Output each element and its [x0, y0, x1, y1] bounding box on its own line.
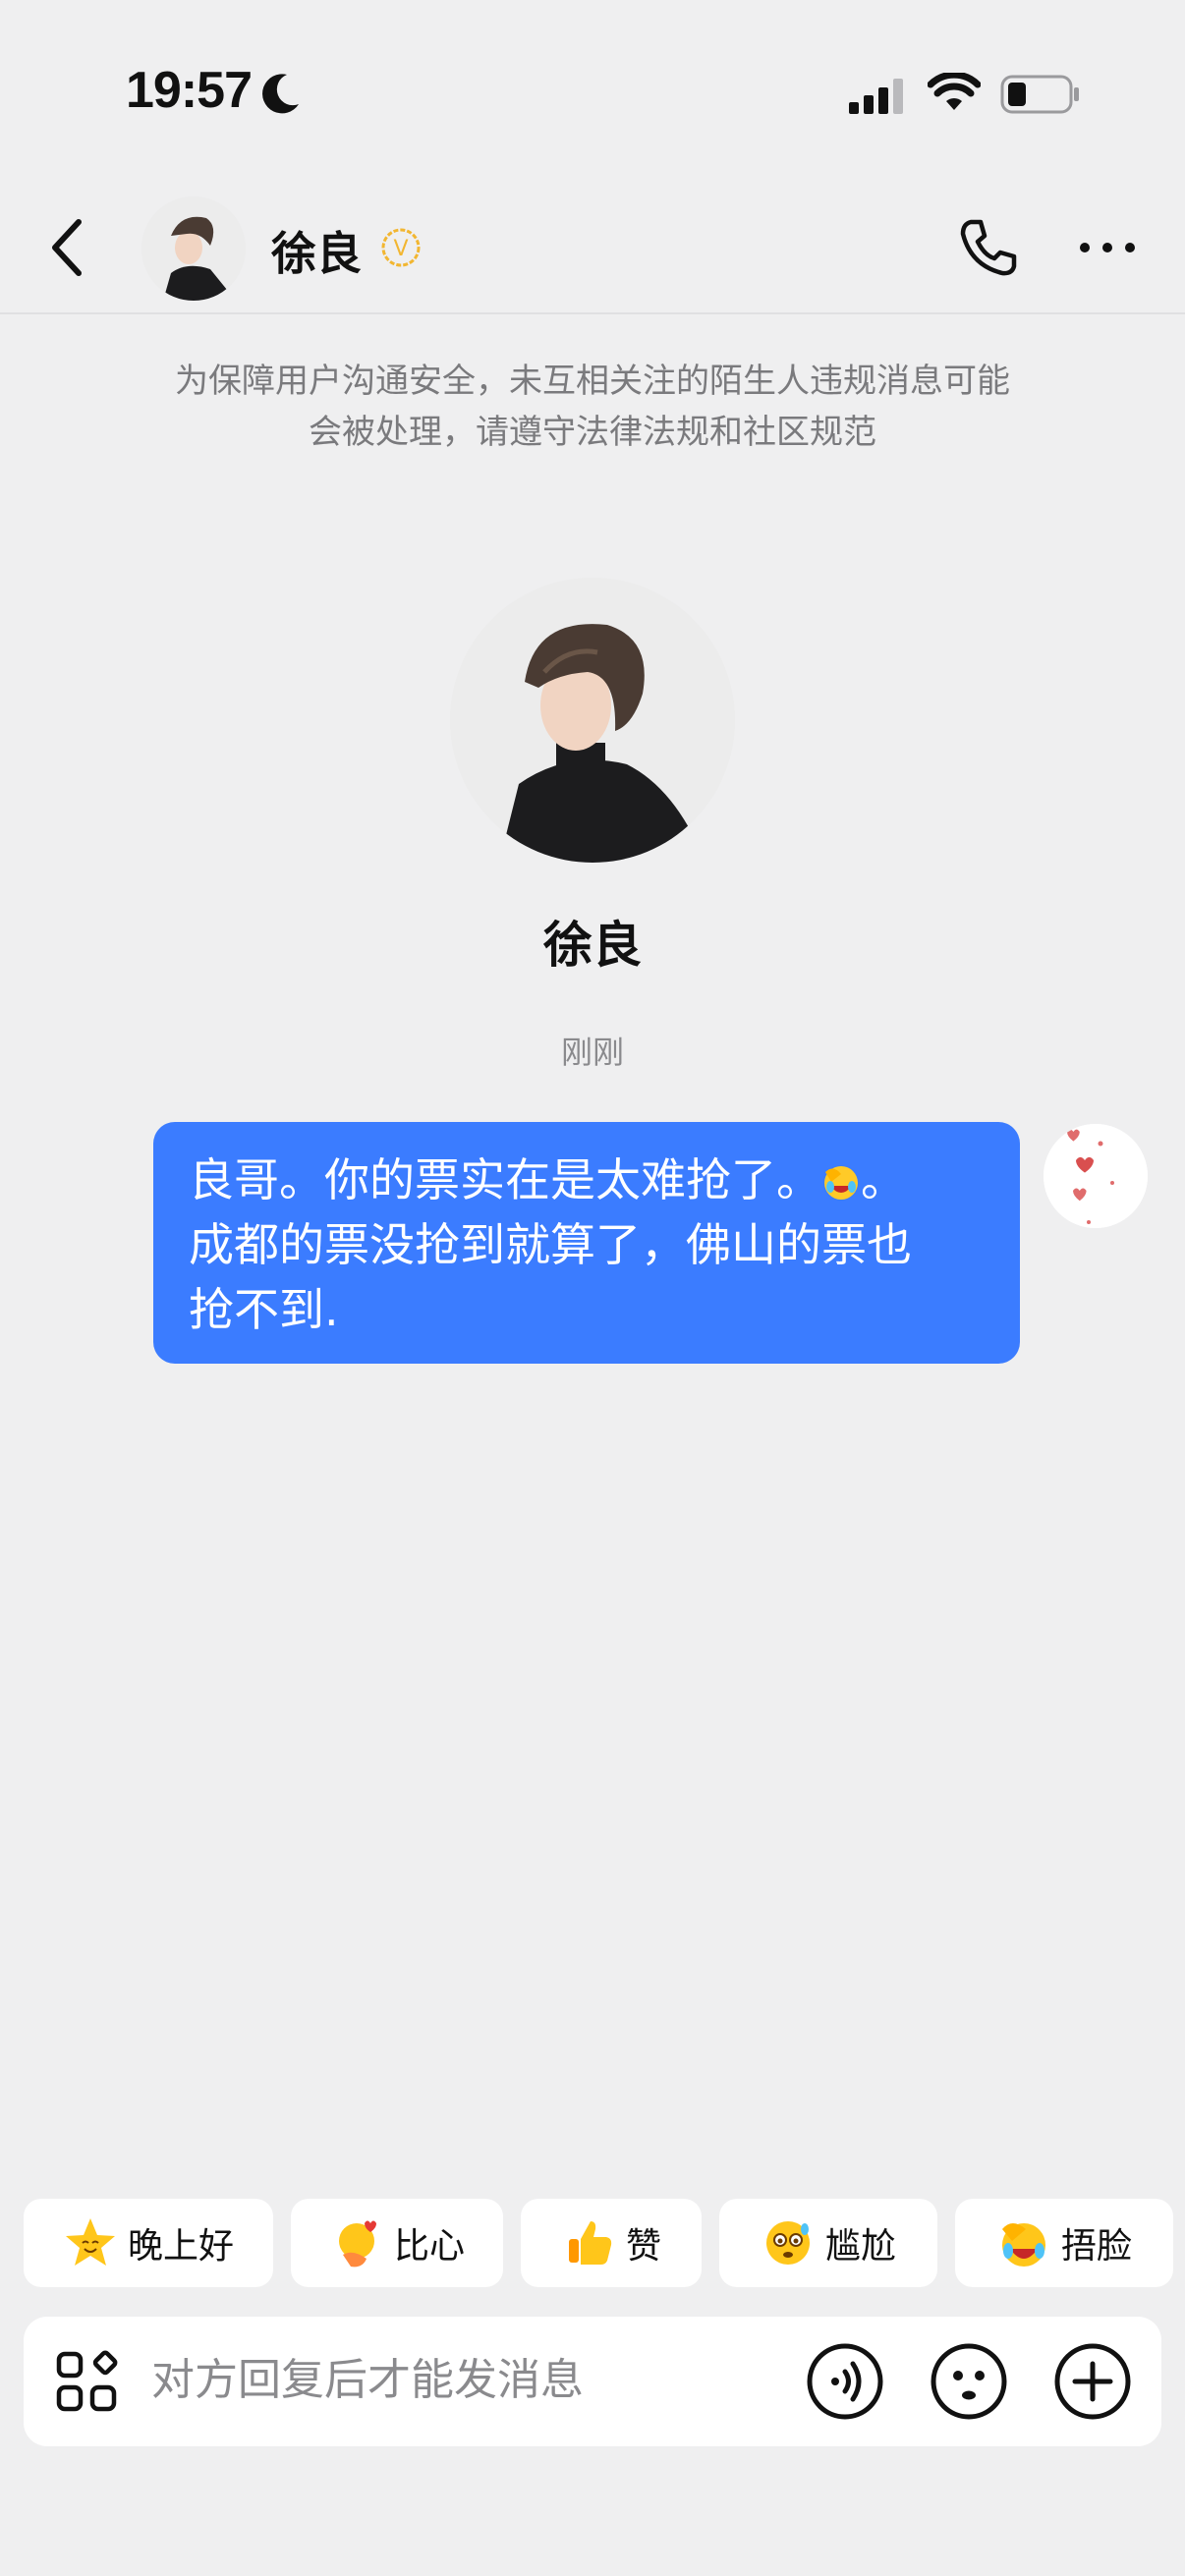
profile-portrait-icon — [450, 578, 735, 863]
moon-icon — [262, 74, 299, 114]
quick-reply-good-evening[interactable]: 晚上好 — [24, 2199, 273, 2287]
voice-input-icon[interactable] — [806, 2342, 884, 2421]
quick-reply-label: 捂脸 — [1060, 2226, 1132, 2267]
contact-name[interactable]: 徐良 — [271, 218, 362, 283]
safety-notice: 为保障用户沟通安全，未互相关注的陌生人违规消息可能 会被处理，请遵守法律法规和社… — [118, 356, 1067, 458]
my-avatar[interactable] — [1044, 1124, 1148, 1228]
hearts-avatar-icon — [1044, 1124, 1148, 1228]
status-time: 19:57 — [126, 62, 253, 119]
apps-grid-icon[interactable] — [53, 2348, 122, 2417]
svg-text:V: V — [393, 237, 408, 261]
battery-icon — [1000, 75, 1079, 114]
quick-reply-facepalm[interactable]: 捂脸 — [955, 2199, 1173, 2287]
facepalm-laugh-emoji-icon — [824, 1166, 858, 1200]
quick-reply-awkward[interactable]: 尴尬 — [719, 2199, 937, 2287]
status-bar: 19:57 — [0, 0, 1185, 177]
quick-reply-like[interactable]: 赞 — [521, 2199, 702, 2287]
wifi-icon — [928, 73, 981, 110]
quick-reply-label: 赞 — [625, 2226, 661, 2267]
avatar-portrait-icon — [141, 196, 246, 301]
profile-avatar[interactable] — [450, 578, 735, 863]
star-face-icon — [65, 2218, 115, 2266]
add-more-icon[interactable] — [1053, 2342, 1132, 2421]
facepalm-icon — [1001, 2223, 1045, 2267]
sent-message-bubble[interactable]: 良哥。你的票实在是太难抢了。 。 成都的票没抢到就算了，佛山的票也 抢不到. — [153, 1122, 1020, 1364]
message-text-part-end: 。 — [861, 1153, 906, 1206]
verified-badge-icon: V — [381, 228, 421, 267]
emoji-icon[interactable] — [930, 2342, 1008, 2421]
back-icon[interactable] — [43, 216, 94, 279]
profile-name: 徐良 — [543, 917, 642, 974]
quick-reply-row: 晚上好 比心 赞 尴尬 捂脸 — [0, 2199, 1185, 2289]
message-input[interactable]: 对方回复后才能发消息 — [151, 2346, 800, 2415]
phone-call-icon[interactable] — [957, 216, 1020, 279]
awkward-face-icon — [765, 2221, 810, 2265]
quick-reply-label: 尴尬 — [824, 2226, 896, 2267]
quick-reply-label: 比心 — [393, 2226, 465, 2267]
signal-icon — [849, 79, 903, 114]
more-options-icon[interactable] — [1077, 228, 1138, 267]
chat-header: 徐良 V — [0, 177, 1185, 314]
finger-heart-icon — [338, 2220, 376, 2268]
message-text-part: 良哥。你的票实在是太难抢了。 — [189, 1153, 821, 1206]
quick-reply-label: 晚上好 — [127, 2226, 234, 2267]
contact-avatar[interactable] — [141, 196, 246, 301]
thumbs-up-icon — [568, 2221, 612, 2265]
notice-line-1: 为保障用户沟通安全，未互相关注的陌生人违规消息可能 — [175, 362, 1010, 401]
message-input-bar: 对方回复后才能发消息 — [24, 2317, 1161, 2446]
quick-reply-finger-heart[interactable]: 比心 — [291, 2199, 503, 2287]
notice-line-2: 会被处理，请遵守法律法规和社区规范 — [309, 413, 876, 452]
message-line-1: 良哥。你的票实在是太难抢了。 。 — [189, 1148, 987, 1212]
message-line-3: 抢不到. — [189, 1283, 339, 1336]
message-timestamp: 刚刚 — [560, 1034, 624, 1071]
message-line-2: 成都的票没抢到就算了，佛山的票也 — [189, 1218, 912, 1271]
